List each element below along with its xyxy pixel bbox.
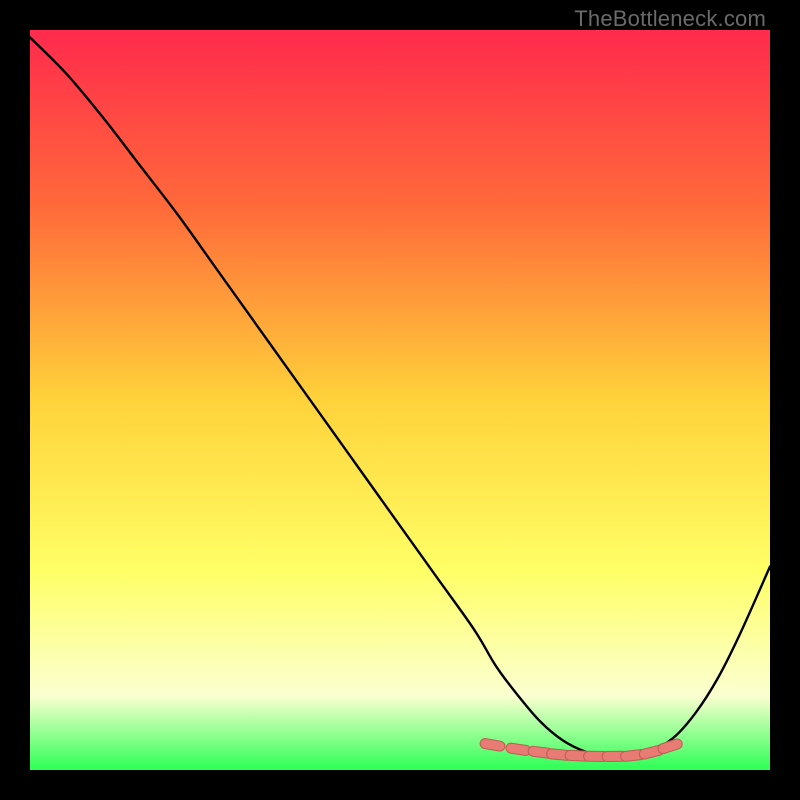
marker-dash: [626, 755, 641, 757]
marker-dash: [644, 750, 659, 754]
marker-dash: [552, 754, 567, 755]
chart-svg: [30, 30, 770, 770]
chart-frame: [30, 30, 770, 770]
marker-dash: [533, 751, 548, 753]
marker-dash: [511, 748, 526, 750]
marker-dash: [663, 744, 677, 749]
marker-dash: [570, 755, 585, 756]
gradient-background: [30, 30, 770, 770]
marker-dash: [485, 744, 500, 747]
watermark-text: TheBottleneck.com: [574, 6, 766, 32]
